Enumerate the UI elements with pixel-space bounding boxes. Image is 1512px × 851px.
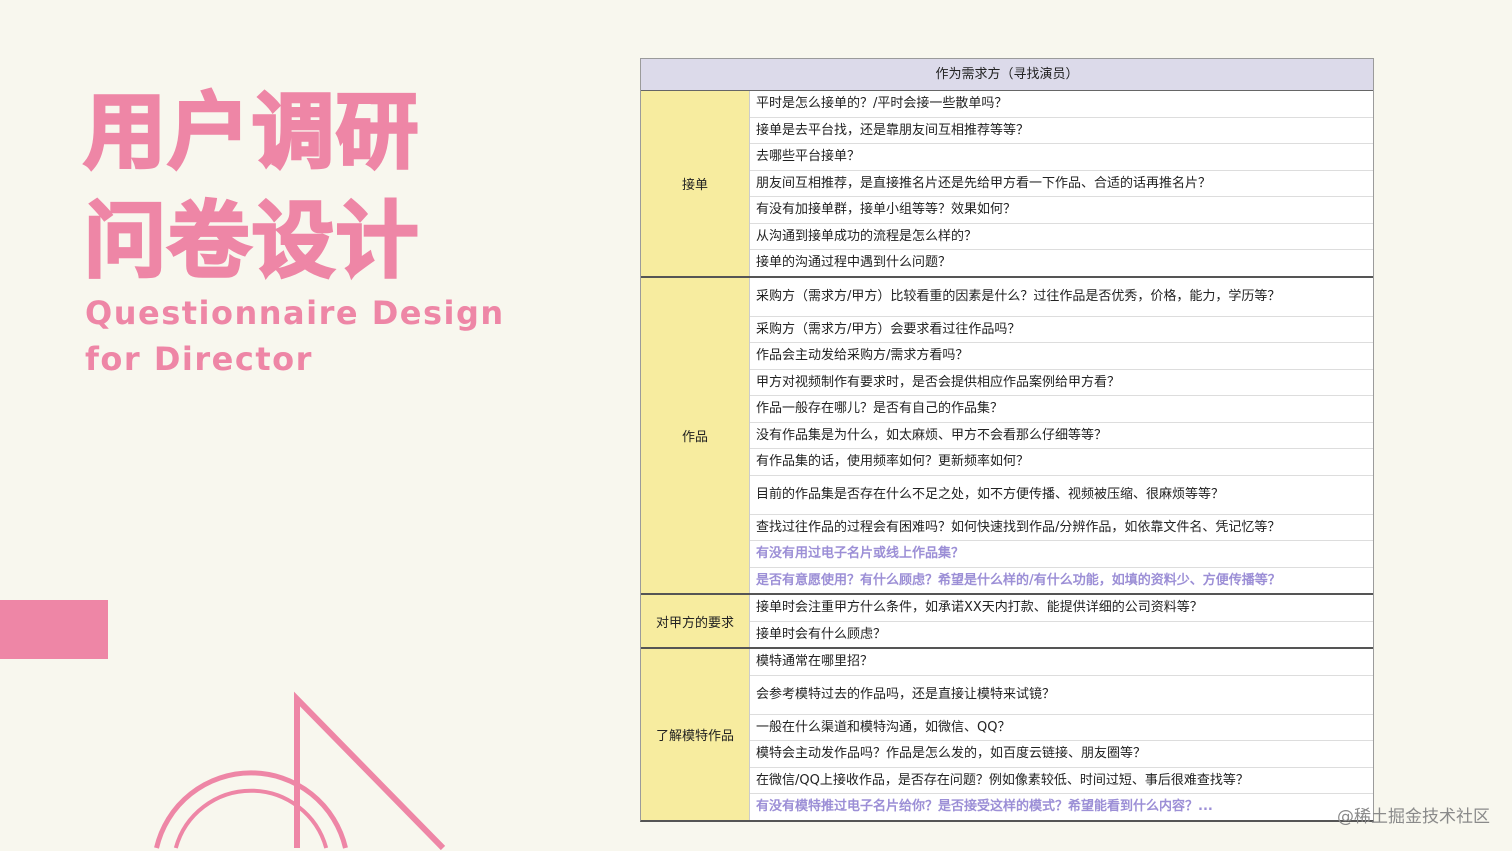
title-line-2: 问卷设计 [82, 194, 421, 289]
question-row: 接单是去平台找，还是靠朋友间互相推荐等等？ [750, 118, 1373, 144]
questionnaire-table: 作为需求方（寻找演员） 接单 平时是怎么接单的？/平时会接一些散单吗？ 接单是去平台… [640, 58, 1374, 822]
subtitle-line-2: for Director [85, 340, 313, 378]
question-row: 接单时会有什么顾虑？ [756, 626, 887, 642]
question-row: 有没有加接单群，接单小组等等？效果如何？ [750, 197, 1373, 224]
triangle-shape [294, 691, 446, 851]
inner-circle-shape [173, 788, 329, 849]
question-row: 作品一般存在哪儿？是否有自己的作品集？ [750, 396, 1373, 423]
table-section: 了解模特作品 模特通常在哪里招？ 会参考模特过去的作品吗，还是直接让模特来试镜？ 一般… [641, 649, 1373, 820]
question-row: 目前的作品集是否存在什么不足之处，如不方便传播、视频被压缩、很麻烦等等？ [750, 476, 1373, 515]
question-row: 查找过往作品的过程会有困难吗？如何快速找到作品/分辨作品，如依靠文件名、凭记忆等… [750, 515, 1373, 541]
table-section: 接单 平时是怎么接单的？/平时会接一些散单吗？ 接单是去平台找，还是靠朋友间互相推荐… [641, 91, 1373, 278]
question-row: 作品会主动发给采购方/需求方看吗？ [750, 343, 1373, 370]
category-cell: 对甲方的要求 [641, 595, 750, 647]
title-line-1: 用户调研 [82, 85, 421, 180]
question-row: 模特会主动发作品吗？作品是怎么发的，如百度云链接、朋友圈等？ [750, 741, 1373, 768]
outer-circle-shape [154, 770, 348, 849]
table-section: 对甲方的要求 接单时会注重甲方什么条件，如承诺XX天内打款、能提供详细的公司资料等… [641, 595, 1373, 649]
question-row: 去哪些平台接单？ [750, 144, 1373, 171]
question-row: 会参考模特过去的作品吗，还是直接让模特来试镜？ [750, 676, 1373, 715]
question-row: 没有作品集是为什么，如太麻烦、甲方不会看那么仔细等等？ [750, 423, 1373, 449]
table-section: 作品 采购方（需求方/甲方）比较看重的因素是什么？过往作品是否优秀，价格，能力，学… [641, 277, 1373, 595]
table-body: 接单 平时是怎么接单的？/平时会接一些散单吗？ 接单是去平台找，还是靠朋友间互相推荐… [641, 91, 1373, 820]
question-row: 是否有意愿使用？有什么顾虑？希望是什么样的/有什么功能，如填的资料少、方便传播等… [756, 572, 1281, 588]
question-row: 接单的沟通过程中遇到什么问题？ [756, 255, 952, 270]
question-row: 甲方对视频制作有要求时，是否会提供相应作品案例给甲方看？ [750, 370, 1373, 396]
watermark: @稀土掘金技术社区 [1337, 807, 1490, 827]
question-row: 有作品集的话，使用频率如何？更新频率如何？ [750, 449, 1373, 476]
question-row: 采购方（需求方/甲方）会要求看过往作品吗？ [750, 317, 1373, 343]
category-cell: 作品 [641, 277, 750, 593]
question-list: 模特通常在哪里招？ 会参考模特过去的作品吗，还是直接让模特来试镜？ 一般在什么渠道和… [750, 649, 1373, 820]
question-list: 采购方（需求方/甲方）比较看重的因素是什么？过往作品是否优秀，价格，能力，学历等… [750, 278, 1373, 594]
question-row: 接单时会注重甲方什么条件，如承诺XX天内打款、能提供详细的公司资料等？ [750, 595, 1373, 622]
question-row: 从沟通到接单成功的流程是怎么样的？ [750, 224, 1373, 250]
question-row: 采购方（需求方/甲方）比较看重的因素是什么？过往作品是否优秀，价格，能力，学历等… [750, 278, 1373, 317]
question-row: 平时是怎么接单的？/平时会接一些散单吗？ [750, 91, 1373, 118]
category-cell: 接单 [641, 91, 750, 276]
category-cell: 了解模特作品 [641, 649, 750, 820]
question-row: 朋友间互相推荐，是直接推名片还是先给甲方看一下作品、合适的话再推名片？ [750, 171, 1373, 197]
question-row: 有没有模特推过电子名片给你？是否接受这样的模式？希望能看到什么内容？... [756, 799, 1213, 814]
question-row: 有没有用过电子名片或线上作品集？ [750, 541, 1373, 568]
question-list: 接单时会注重甲方什么条件，如承诺XX天内打款、能提供详细的公司资料等？ 接单时会有… [750, 595, 1373, 647]
question-row: 在微信/QQ上接收作品，是否存在问题？例如像素较低、时间过短、事后很难查找等？ [750, 768, 1373, 794]
pink-accent-block [0, 600, 108, 659]
question-row: 一般在什么渠道和模特沟通，如微信、QQ？ [750, 715, 1373, 741]
question-row: 模特通常在哪里招？ [750, 649, 1373, 676]
question-list: 平时是怎么接单的？/平时会接一些散单吗？ 接单是去平台找，还是靠朋友间互相推荐等等… [750, 91, 1373, 276]
subtitle-line-1: Questionnaire Design [85, 294, 505, 332]
table-header: 作为需求方（寻找演员） [641, 59, 1373, 91]
